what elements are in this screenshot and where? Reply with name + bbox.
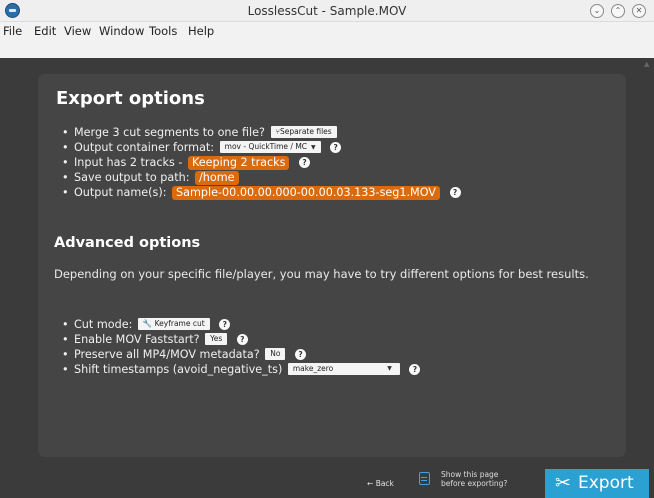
cut-mode-button[interactable]: 🔧 Keyframe cut [137,318,210,330]
output-name-field[interactable]: Sample-00.00.00.000-00.00.03.133-seg1.MO… [172,186,440,200]
scissors-icon: ✂ [555,472,571,494]
dropdown-arrow-icon: ▼ [387,365,392,372]
dialog-title: Export options [56,88,205,109]
menu-help[interactable]: Help [188,24,214,38]
shift-timestamps-select[interactable]: make_zero ▼ [287,363,400,375]
merge-mode-button[interactable]: ⑂Separate files [270,126,337,138]
help-icon[interactable]: ? [236,333,248,345]
maximize-button[interactable]: ⌃ [611,4,625,18]
advanced-options-heading: Advanced options [54,235,201,251]
title-bar: LosslessCut - Sample.MOV ⌄ ⌃ ✕ [0,0,654,22]
help-icon[interactable]: ? [449,186,461,198]
menu-file[interactable]: File [3,24,22,38]
menu-tools[interactable]: Tools [149,24,177,38]
shift-timestamps-option: Shift timestamps (avoid_negative_ts) mak… [62,362,421,377]
scroll-up-icon[interactable]: ▲ [644,60,652,68]
faststart-option: Enable MOV Faststart? Yes ? [62,332,420,347]
menu-view[interactable]: View [64,24,91,38]
dropdown-arrow-icon: ▼ [311,144,316,151]
help-icon[interactable]: ? [330,141,342,153]
window-title: LosslessCut - Sample.MOV [247,4,407,18]
show-page-toggle-label[interactable]: Show this page before exporting? [441,470,531,488]
help-icon[interactable]: ? [295,348,307,360]
export-options-dialog: Export options Merge 3 cut segments to o… [38,74,626,457]
export-button[interactable]: ✂ Export [545,469,649,498]
advanced-options-list: Cut mode: 🔧 Keyframe cut ? Enable MOV Fa… [62,317,421,377]
tracks-button[interactable]: Keeping 2 tracks [188,156,290,170]
merge-option: Merge 3 cut segments to one file? ⑂Separ… [62,125,461,140]
cut-mode-option: Cut mode: 🔧 Keyframe cut ? [62,317,420,332]
back-button[interactable]: ← Back [367,479,394,488]
tracks-option: Input has 2 tracks - Keeping 2 tracks ? [62,155,461,170]
export-options-list: Merge 3 cut segments to one file? ⑂Separ… [62,125,461,200]
wrench-icon: 🔧 [142,319,155,328]
output-path-button[interactable]: /home [195,171,239,185]
help-icon[interactable]: ? [409,363,421,375]
save-path-option: Save output to path: /home [62,170,461,185]
close-button[interactable]: ✕ [632,4,646,18]
menu-edit[interactable]: Edit [34,24,56,38]
container-format-option: Output container format: mov - QuickTime… [62,140,461,155]
minimize-button[interactable]: ⌄ [590,4,604,18]
metadata-button[interactable]: No [265,348,286,360]
help-icon[interactable]: ? [299,156,311,168]
container-format-select[interactable]: mov - QuickTime / MC ▼ [219,141,321,153]
menu-bar: File Edit View Window Tools Help [0,22,654,58]
help-icon[interactable]: ? [219,318,231,330]
faststart-button[interactable]: Yes [205,333,228,345]
output-name-option: Output name(s): Sample-00.00.00.000-00.0… [62,185,461,200]
advanced-options-description: Depending on your specific file/player, … [54,267,589,281]
back-arrow-icon: ← [367,479,374,488]
show-page-checkbox-icon[interactable] [419,472,430,485]
menu-window[interactable]: Window [99,24,144,38]
metadata-option: Preserve all MP4/MOV metadata? No ? [62,347,420,362]
